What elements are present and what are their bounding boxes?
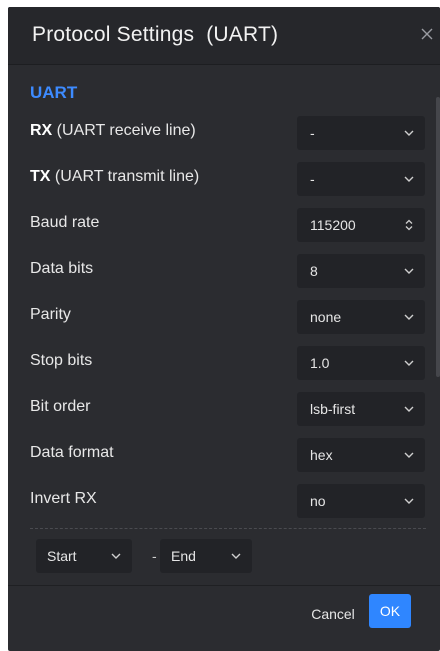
rx-label-bold: RX	[30, 122, 53, 139]
data-bits-select[interactable]: 8	[297, 254, 425, 288]
tx-label-bold: TX	[30, 168, 51, 185]
bit-order-label: Bit order	[30, 398, 91, 415]
cancel-button[interactable]: Cancel	[307, 598, 359, 630]
rx-label: RX (UART receive line)	[30, 122, 196, 140]
chevron-down-icon	[404, 130, 414, 136]
chevron-down-icon	[404, 176, 414, 182]
tx-label: TX (UART transmit line)	[30, 168, 199, 186]
data-format-value: hex	[310, 447, 333, 463]
bit-order-value: lsb-first	[310, 401, 356, 417]
chevron-down-icon	[404, 268, 414, 274]
tx-select-value: -	[310, 171, 315, 187]
parity-select[interactable]: none	[297, 300, 425, 334]
tx-label-text: (UART transmit line)	[50, 168, 200, 185]
tx-select[interactable]: -	[297, 162, 425, 196]
chevron-down-icon	[404, 406, 414, 412]
chevron-down-icon	[404, 314, 414, 320]
chevron-down-icon	[111, 553, 121, 559]
parity-value: none	[310, 309, 342, 325]
ok-button[interactable]: OK	[369, 594, 411, 628]
data-bits-value: 8	[310, 263, 318, 279]
range-start-value: Start	[47, 548, 77, 564]
up-down-arrows-icon[interactable]	[402, 218, 416, 232]
baud-rate-label: Baud rate	[30, 214, 100, 231]
range-start-select[interactable]: Start	[36, 539, 132, 573]
scrollbar[interactable]	[436, 97, 440, 377]
section-title-uart: UART	[30, 83, 78, 102]
parity-label: Parity	[30, 306, 71, 323]
footer-divider	[8, 585, 440, 586]
invert-rx-label: Invert RX	[30, 490, 97, 507]
data-bits-label: Data bits	[30, 260, 94, 277]
dialog-header: Protocol Settings (UART)	[8, 7, 440, 65]
range-end-select[interactable]: End	[160, 539, 252, 573]
range-separator: -	[152, 548, 157, 564]
stop-bits-value: 1.0	[310, 355, 330, 371]
baud-rate-value: 115200	[310, 217, 356, 233]
rx-select-value: -	[310, 125, 315, 141]
close-icon[interactable]	[420, 26, 438, 44]
dashed-divider	[30, 528, 426, 529]
invert-rx-value: no	[310, 493, 326, 509]
data-format-label: Data format	[30, 444, 114, 461]
stop-bits-select[interactable]: 1.0	[297, 346, 425, 380]
rx-select[interactable]: -	[297, 116, 425, 150]
data-format-select[interactable]: hex	[297, 438, 425, 472]
bit-order-select[interactable]: lsb-first	[297, 392, 425, 426]
range-end-value: End	[171, 548, 196, 564]
chevron-down-icon	[404, 452, 414, 458]
stop-bits-label: Stop bits	[30, 352, 93, 369]
chevron-down-icon	[404, 498, 414, 504]
dialog-title: Protocol Settings (UART)	[32, 23, 279, 46]
chevron-down-icon	[404, 360, 414, 366]
invert-rx-select[interactable]: no	[297, 484, 425, 518]
baud-rate-spinbox[interactable]: 115200	[297, 208, 425, 242]
protocol-settings-dialog: Protocol Settings (UART) UART RX (UART r…	[8, 7, 440, 651]
rx-label-text: (UART receive line)	[52, 122, 196, 139]
chevron-down-icon	[231, 553, 241, 559]
